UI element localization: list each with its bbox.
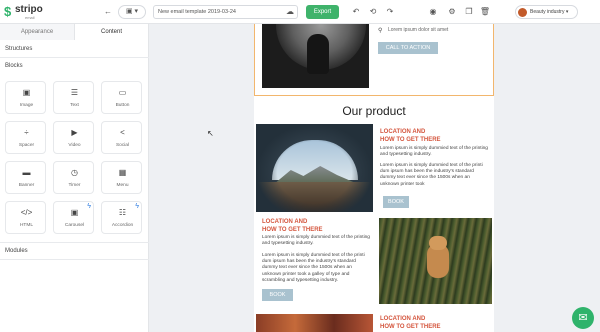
undo-icon[interactable]: ↶ — [349, 5, 363, 19]
tent-photo[interactable] — [256, 124, 373, 212]
block-label: Timer — [68, 183, 81, 188]
block-label: Button — [115, 103, 130, 108]
timer-icon: ◷ — [71, 168, 78, 177]
panel-tabs: Appearance Content — [0, 24, 149, 40]
history-icon[interactable]: ⟲ — [366, 5, 380, 19]
export-button[interactable]: Export — [306, 5, 339, 19]
item1-body1: Lorem ipsum is simply dummied text of th… — [380, 146, 488, 158]
item2-title: LOCATION AND HOW TO GET THERE — [262, 218, 323, 234]
cloud-save-icon[interactable]: ☁ — [283, 5, 297, 19]
block-social[interactable]: < Social — [101, 121, 142, 154]
hand-photo[interactable] — [262, 24, 369, 88]
book-button[interactable]: BOOK — [383, 196, 409, 208]
block-label: Spacer — [18, 143, 35, 148]
trash-icon[interactable]: 🗑 — [478, 5, 492, 19]
divider — [0, 242, 149, 243]
cat-photo[interactable] — [379, 218, 492, 304]
stripo-logo[interactable]: $ stripo email — [4, 4, 44, 22]
structures-heading[interactable]: Structures — [5, 46, 32, 52]
menu-icon: ▦ — [118, 168, 127, 177]
block-image[interactable]: ▣ Image — [5, 81, 46, 114]
block-menu[interactable]: ▦ Menu — [101, 161, 142, 194]
block-label: Carousel — [64, 223, 85, 228]
block-label: Accordion — [111, 223, 134, 228]
layout-switch-button[interactable]: ▣ ▾ — [118, 5, 146, 19]
block-button[interactable]: ▭ Button — [101, 81, 142, 114]
item3-title-line1: LOCATION AND — [380, 316, 426, 322]
block-carousel[interactable]: ▣ Carousel ϟ — [53, 201, 94, 234]
location-pin-icon: ⚲ — [378, 28, 383, 34]
product-title: Our product — [342, 104, 406, 118]
chat-icon[interactable]: ✉ — [572, 307, 594, 329]
block-timer[interactable]: ◷ Timer — [53, 161, 94, 194]
block-accordion[interactable]: ☷ Accordion ϟ — [101, 201, 142, 234]
settings-gear-icon[interactable]: ⚙ — [445, 5, 459, 19]
photo-cat-head — [429, 236, 447, 250]
preview-eye-icon[interactable]: ◉ — [426, 5, 440, 19]
block-text[interactable]: ☰ Text — [53, 81, 94, 114]
user-label: Beauty industry — [530, 9, 565, 15]
lightning-icon: ϟ — [135, 203, 139, 210]
block-label: Menu — [116, 183, 129, 188]
mouse-cursor-icon: ↖ — [207, 129, 214, 138]
cta-label: CALL TO ACTION — [385, 45, 431, 51]
top-toolbar: $ stripo email ← ▣ ▾ New email template … — [0, 0, 600, 24]
item1-body2: Lorem ipsum is simply dummied text of th… — [380, 163, 483, 187]
item2-body2: Lorem ipsum is simply dummied text of th… — [262, 253, 365, 283]
block-spacer[interactable]: ÷ Spacer — [5, 121, 46, 154]
logo-subtext: email — [25, 15, 35, 20]
item3-title: LOCATION AND HOW TO GET THERE — [380, 315, 441, 331]
modules-heading[interactable]: Modules — [5, 248, 28, 254]
item2-title-line1: LOCATION AND — [262, 219, 308, 225]
block-label: Video — [68, 143, 81, 148]
template-name-field[interactable]: New email template 2019-03-24 — [153, 5, 298, 19]
social-icon: < — [120, 128, 125, 137]
block-label: HTML — [19, 223, 34, 228]
blocks-heading[interactable]: Blocks — [5, 63, 23, 69]
photo-hand — [307, 34, 329, 74]
banner-icon: ▬ — [22, 168, 31, 177]
tab-appearance[interactable]: Appearance — [0, 24, 74, 40]
tab-content[interactable]: Content — [74, 24, 148, 40]
block-label: Image — [19, 103, 34, 108]
photo-tent-fabric — [256, 124, 373, 212]
text-icon: ☰ — [70, 88, 79, 97]
image-icon: ▣ — [22, 88, 31, 97]
item3-title-line2: HOW TO GET THERE — [380, 324, 441, 330]
divider — [0, 57, 149, 58]
stripo-logo-icon: $ — [4, 4, 12, 19]
block-label: Social — [115, 143, 130, 148]
lightning-icon: ϟ — [87, 203, 91, 210]
book-label: BOOK — [269, 292, 286, 298]
item1-title-line2: HOW TO GET THERE — [380, 137, 441, 143]
block-banner[interactable]: ▬ Banner — [5, 161, 46, 194]
video-icon: ▶ — [71, 128, 78, 137]
spacer-icon: ÷ — [24, 128, 29, 137]
export-label: Export — [313, 9, 332, 15]
item1-title: LOCATION AND HOW TO GET THERE — [380, 128, 441, 144]
divider — [0, 259, 149, 260]
call-to-action-button[interactable]: CALL TO ACTION — [378, 42, 438, 54]
avatar — [518, 8, 527, 17]
top-text: Lorem ipsum dolor sit amet — [388, 27, 449, 33]
copy-icon[interactable]: ❐ — [462, 5, 476, 19]
email-preview[interactable]: ⚲ Lorem ipsum dolor sit amet CALL TO ACT… — [254, 24, 494, 332]
block-label: Banner — [18, 183, 35, 188]
html-icon: </> — [20, 208, 33, 217]
block-video[interactable]: ▶ Video — [53, 121, 94, 154]
button-icon: ▭ — [118, 88, 127, 97]
block-html[interactable]: </> HTML — [5, 201, 46, 234]
food-photo[interactable] — [256, 314, 373, 332]
item2-body1: Lorem ipsum is simply dummied text of th… — [262, 235, 370, 247]
item2-title-line2: HOW TO GET THERE — [262, 227, 323, 233]
back-arrow-icon[interactable]: ← — [101, 5, 115, 19]
left-panel: Appearance Content Structures Blocks ▣ Im… — [0, 24, 149, 332]
block-label: Text — [70, 103, 79, 108]
user-menu[interactable]: Beauty industry ▾ — [515, 5, 578, 19]
redo-icon[interactable]: ↷ — [383, 5, 397, 19]
book-button[interactable]: BOOK — [262, 289, 293, 301]
item1-title-line1: LOCATION AND — [380, 129, 426, 135]
book-label: BOOK — [388, 199, 404, 205]
